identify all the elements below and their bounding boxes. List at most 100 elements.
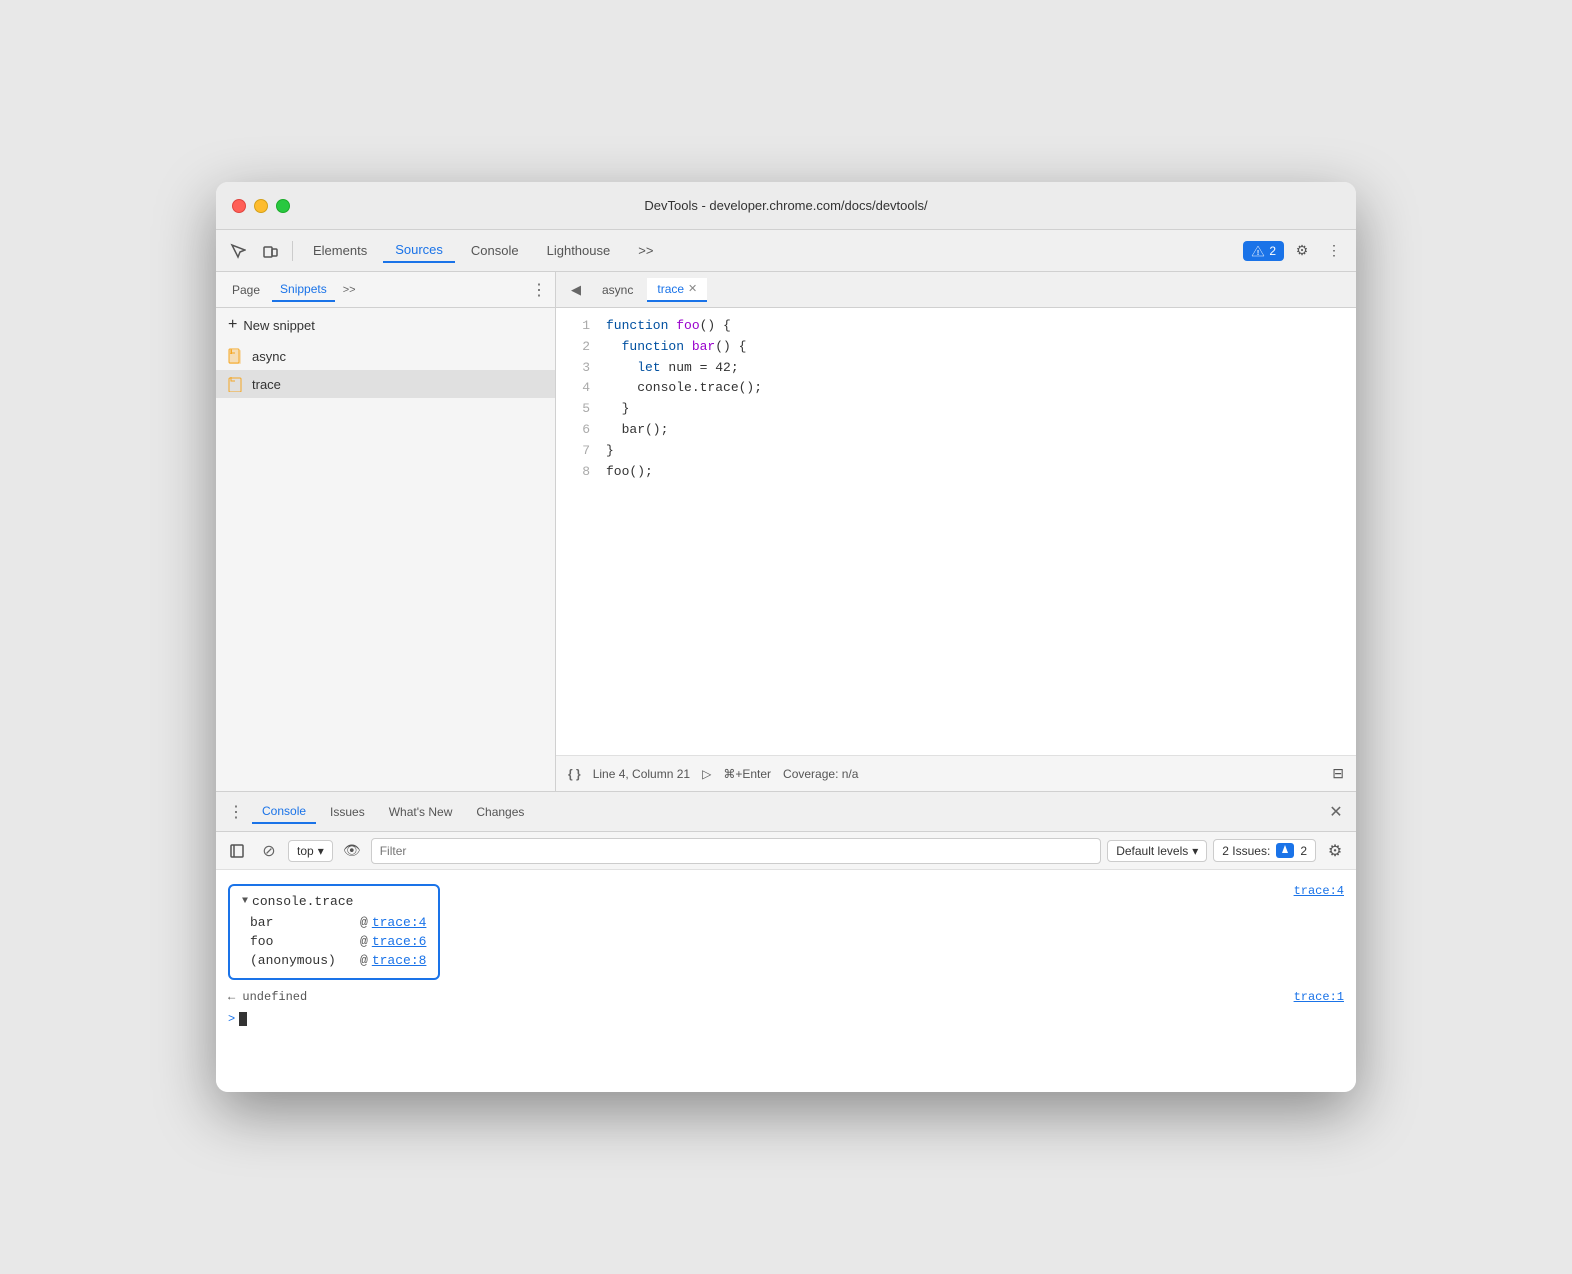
tab-sources[interactable]: Sources — [383, 238, 455, 263]
chevron-down-icon: ▾ — [318, 844, 324, 858]
undefined-location[interactable]: trace:1 — [1294, 990, 1344, 1004]
minimize-button[interactable] — [254, 199, 268, 213]
format-btn[interactable]: { } — [568, 767, 581, 781]
snippet-icon-trace — [228, 376, 244, 392]
cursor — [239, 1012, 247, 1026]
context-selector[interactable]: top ▾ — [288, 840, 333, 862]
title-bar: DevTools - developer.chrome.com/docs/dev… — [216, 182, 1356, 230]
sidebar-menu-btn[interactable]: ⋮ — [531, 280, 547, 300]
console-menu-btn[interactable]: ⋮ — [224, 798, 248, 826]
code-line-1: function foo() { — [606, 316, 1356, 337]
plus-icon: + — [228, 316, 237, 334]
trace-link-anonymous[interactable]: trace:8 — [372, 953, 427, 968]
trace-location[interactable]: trace:4 — [1294, 878, 1356, 898]
run-btn[interactable]: ▷ — [702, 767, 711, 781]
code-line-8: foo(); — [606, 462, 1356, 483]
trace-row-foo: foo @ trace:6 — [242, 932, 426, 951]
svg-text:!: ! — [1257, 250, 1259, 257]
console-area: ⋮ Console Issues What's New Changes ✕ ⊘ … — [216, 792, 1356, 1092]
trace-fn-foo: foo — [250, 934, 360, 949]
badge-count: 2 — [1269, 244, 1276, 258]
trace-box: ▼ console.trace bar @ trace:4 foo @ trac… — [228, 884, 440, 980]
devtools-window: DevTools - developer.chrome.com/docs/dev… — [216, 182, 1356, 1092]
sidebar-tabs-more[interactable]: >> — [339, 282, 360, 298]
coverage-label: Coverage: n/a — [783, 767, 858, 781]
snippet-item-trace[interactable]: trace — [216, 370, 555, 398]
editor-tab-close-trace[interactable]: ✕ — [688, 282, 697, 295]
trace-link-foo[interactable]: trace:6 — [372, 934, 427, 949]
prompt-symbol: > — [228, 1012, 235, 1026]
devtools-body: Page Snippets >> ⋮ + New snippet — [216, 272, 1356, 1092]
undefined-line: ← undefined trace:1 — [216, 986, 1356, 1008]
screenshot-icon[interactable]: ⊟ — [1332, 765, 1344, 782]
tab-lighthouse[interactable]: Lighthouse — [535, 239, 623, 262]
trace-fn-anonymous: (anonymous) — [250, 953, 360, 968]
toggle-sidebar-btn[interactable]: ◀ — [564, 278, 588, 302]
sources-sidebar: Page Snippets >> ⋮ + New snippet — [216, 272, 556, 791]
console-sidebar-btn[interactable] — [224, 838, 250, 864]
console-close-btn[interactable]: ✕ — [1324, 800, 1348, 824]
code-line-2: function bar() { — [606, 337, 1356, 358]
sidebar-tab-snippets[interactable]: Snippets — [272, 278, 335, 302]
console-tab-changes[interactable]: Changes — [466, 801, 534, 823]
trace-output-row: ▼ console.trace bar @ trace:4 foo @ trac… — [216, 878, 1356, 986]
console-toolbar: ⊘ top ▾ 👁 Default levels ▾ 2 Issues: — [216, 832, 1356, 870]
run-icon: ▷ — [702, 767, 711, 781]
sources-area: Page Snippets >> ⋮ + New snippet — [216, 272, 1356, 792]
sidebar-tab-page[interactable]: Page — [224, 279, 268, 301]
console-settings-btn[interactable]: ⚙ — [1322, 838, 1348, 864]
console-tab-console[interactable]: Console — [252, 800, 316, 824]
console-filter-input[interactable] — [371, 838, 1101, 864]
issues-icon — [1276, 843, 1294, 858]
toolbar-separator-1 — [292, 241, 293, 261]
live-expressions-btn[interactable]: 👁 — [339, 838, 365, 864]
settings-btn[interactable]: ⚙ — [1288, 237, 1316, 265]
snippet-icon-async — [228, 348, 244, 364]
code-line-7: } — [606, 441, 1356, 462]
editor-tab-trace[interactable]: trace ✕ — [647, 278, 707, 302]
console-tab-issues[interactable]: Issues — [320, 801, 375, 823]
trace-link-bar[interactable]: trace:4 — [372, 915, 427, 930]
inspect-element-btn[interactable] — [224, 237, 252, 265]
collapse-triangle-icon[interactable]: ▼ — [242, 896, 248, 907]
clear-console-btn[interactable]: ⊘ — [256, 838, 282, 864]
issues-badge-toolbar[interactable]: ! 2 — [1243, 241, 1284, 261]
code-editor[interactable]: 1 2 3 4 5 6 7 8 function foo() { functio… — [556, 308, 1356, 755]
console-prompt[interactable]: > — [216, 1008, 1356, 1030]
code-content: function foo() { function bar() { let nu… — [606, 316, 1356, 747]
console-tab-bar: ⋮ Console Issues What's New Changes ✕ — [216, 792, 1356, 832]
cursor-position: Line 4, Column 21 — [593, 767, 690, 781]
traffic-lights — [232, 199, 290, 213]
code-line-5: } — [606, 399, 1356, 420]
run-shortcut: ⌘+Enter — [723, 767, 771, 781]
snippet-item-async[interactable]: async — [216, 342, 555, 370]
trace-fn-bar: bar — [250, 915, 360, 930]
issues-counter-btn[interactable]: 2 Issues: 2 — [1213, 839, 1316, 862]
code-line-4: console.trace(); — [606, 378, 1356, 399]
device-toolbar-btn[interactable] — [256, 237, 284, 265]
new-snippet-button[interactable]: + New snippet — [216, 308, 555, 342]
tab-more[interactable]: >> — [626, 239, 665, 262]
trace-row-bar: bar @ trace:4 — [242, 913, 426, 932]
code-line-6: bar(); — [606, 420, 1356, 441]
console-output: ▼ console.trace bar @ trace:4 foo @ trac… — [216, 870, 1356, 1092]
editor-area: ◀ async trace ✕ 1 2 3 4 5 — [556, 272, 1356, 791]
editor-tab-bar: ◀ async trace ✕ — [556, 272, 1356, 308]
window-title: DevTools - developer.chrome.com/docs/dev… — [644, 198, 927, 213]
close-button[interactable] — [232, 199, 246, 213]
line-numbers: 1 2 3 4 5 6 7 8 — [556, 316, 606, 747]
devtools-toolbar: Elements Sources Console Lighthouse >> !… — [216, 230, 1356, 272]
levels-chevron: ▾ — [1192, 844, 1198, 858]
log-levels-btn[interactable]: Default levels ▾ — [1107, 840, 1207, 862]
editor-status-bar: { } Line 4, Column 21 ▷ ⌘+Enter Coverage… — [556, 755, 1356, 791]
tab-elements[interactable]: Elements — [301, 239, 379, 262]
tab-console[interactable]: Console — [459, 239, 531, 262]
sidebar-tab-bar: Page Snippets >> ⋮ — [216, 272, 555, 308]
console-tab-whats-new[interactable]: What's New — [379, 801, 463, 823]
maximize-button[interactable] — [276, 199, 290, 213]
trace-header: ▼ console.trace — [242, 894, 426, 909]
trace-row-anonymous: (anonymous) @ trace:8 — [242, 951, 426, 970]
editor-tab-async[interactable]: async — [592, 279, 643, 301]
sidebar-content: + New snippet async — [216, 308, 555, 791]
more-tools-btn[interactable]: ⋮ — [1320, 237, 1348, 265]
